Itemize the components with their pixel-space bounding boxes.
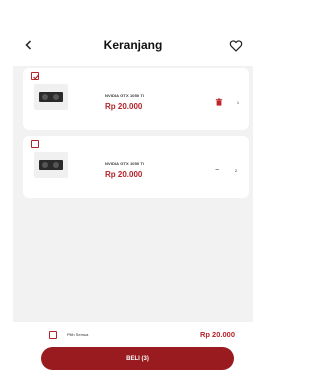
product-price: Rp 20.000: [105, 102, 143, 111]
item-checkbox-checked[interactable]: [31, 72, 39, 80]
gpu-image: [39, 92, 63, 102]
decrease-button[interactable]: −: [215, 167, 219, 174]
quantity-stepper: − 2 +: [215, 165, 253, 175]
wishlist-button[interactable]: [229, 39, 243, 52]
heart-outline-icon: [229, 40, 243, 52]
quantity-value: 2: [234, 167, 238, 173]
checkout-bar: Pilih Semua Rp 20.000 BELI (3): [13, 322, 253, 384]
select-all-checkbox[interactable]: [49, 331, 57, 339]
gpu-image: [39, 160, 63, 170]
product-price: Rp 20.000: [105, 170, 143, 179]
page-title: Keranjang: [103, 38, 163, 52]
app-header: Keranjang: [13, 10, 253, 66]
select-all-label: Pilih Semua: [67, 332, 89, 337]
buy-button[interactable]: BELI (3): [41, 347, 234, 370]
delete-button[interactable]: [215, 98, 223, 106]
item-checkbox[interactable]: [31, 140, 39, 148]
cart-item: NVIDIA GTX 1050 Ti Rp 20.000 1 +: [23, 68, 253, 130]
total-price: Rp 20.000: [199, 330, 235, 339]
quantity-stepper: 1 +: [215, 97, 253, 107]
product-name: NVIDIA GTX 1050 Ti: [105, 161, 145, 166]
trash-icon: [215, 98, 223, 106]
product-image[interactable]: [34, 152, 68, 178]
minus-icon: −: [215, 166, 220, 174]
quantity-value: 1: [236, 99, 240, 105]
product-image[interactable]: [34, 84, 68, 110]
cart-screen: Keranjang NVIDIA GTX 1050 Ti Rp 20.000 1…: [13, 10, 253, 384]
checkmark-icon: [32, 74, 39, 80]
cart-item: NVIDIA GTX 1050 Ti Rp 20.000 − 2 +: [23, 136, 253, 198]
product-name: NVIDIA GTX 1050 Ti: [105, 93, 145, 98]
